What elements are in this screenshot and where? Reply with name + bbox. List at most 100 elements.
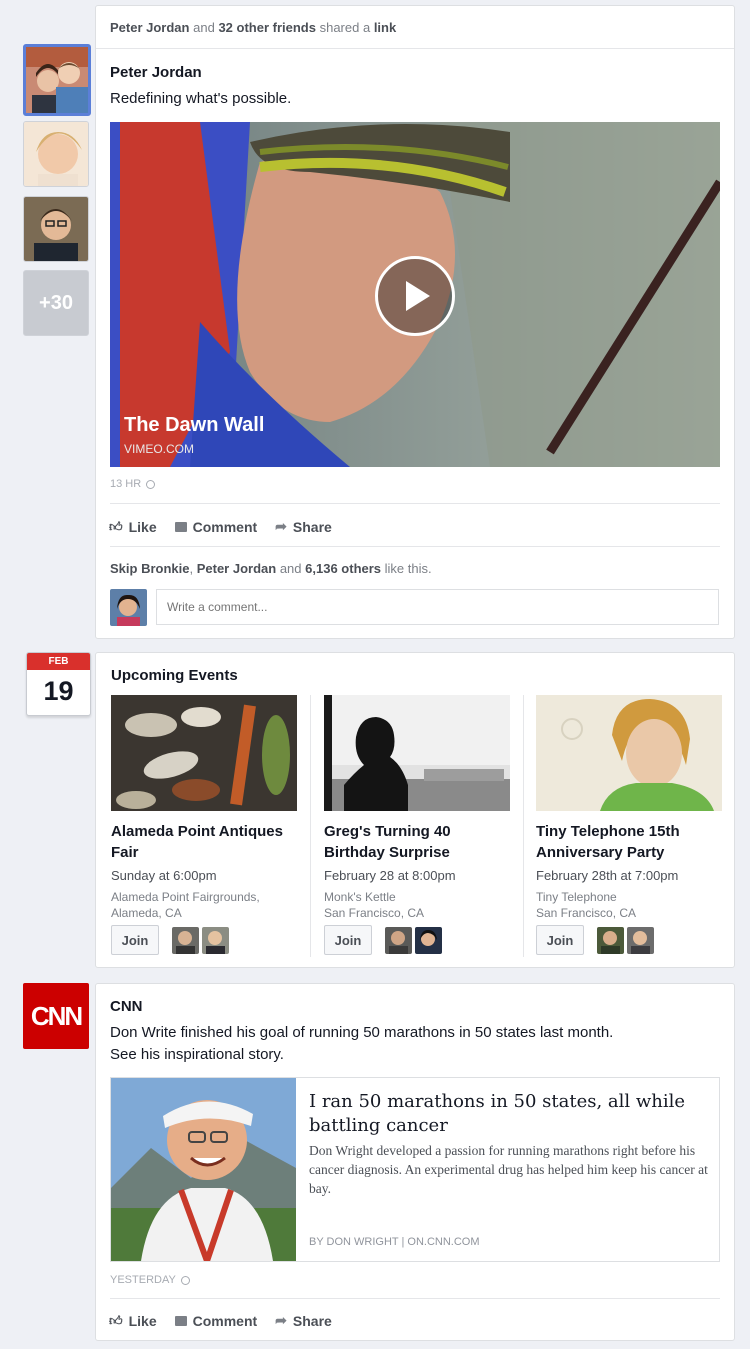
post-author[interactable]: Peter Jordan [110,64,202,81]
post-message-line: See his inspirational story. [110,1046,284,1063]
post-message-line: Don Write finished his goal of running 5… [110,1024,614,1041]
event-image[interactable] [111,695,297,811]
video-title: The Dawn Wall [124,414,265,436]
attendee-avatar [202,927,229,954]
event-venue: Tiny Telephone [536,890,617,904]
share-arrow-icon: ➦ [275,1312,287,1328]
comment-button[interactable]: Comment [174,518,258,535]
timestamp-text: 13 HR [110,478,142,490]
attendee-avatar [385,927,412,954]
birthday-photo [324,695,510,811]
woman-photo [24,122,88,186]
story-actor-link[interactable]: Peter Jordan [110,20,189,35]
video-player[interactable]: The Dawn Wall VIMEO.COM [110,122,720,467]
globe-icon [146,479,156,489]
events-column-divider [310,695,311,957]
likes-end-text: like this. [384,561,432,576]
event-title[interactable]: Greg's Turning 40 Birthday Surprise [324,821,512,863]
event-title[interactable]: Alameda Point Antiques Fair [111,821,299,863]
story-header: Peter Jordan and 32 other friends shared… [110,20,396,35]
cnn-logo-text: CNN [30,1000,83,1031]
friend-thumbnail-man[interactable] [23,196,89,262]
more-friends-badge[interactable]: +30 [23,270,89,336]
attendee-avatar [172,927,199,954]
friend-thumbnail-woman[interactable] [23,121,89,187]
like-label: Like [128,1312,157,1329]
calendar-icon: FEB 19 [26,652,91,716]
upcoming-events-card: Upcoming Events Alameda Point Antiques F… [95,652,735,968]
join-button[interactable]: Join [324,925,372,955]
post-author[interactable]: CNN [110,998,143,1015]
likes-separator: , [189,561,194,576]
article-title[interactable]: I ran 50 marathons in 50 states, all whi… [309,1090,709,1138]
event-city: Alameda, CA [111,906,182,920]
attendee-avatar [597,927,624,954]
events-column-divider [523,695,524,957]
video-post-card: Peter Jordan and 32 other friends shared… [95,5,735,639]
event-image[interactable] [324,695,510,811]
attendee-avatar [627,927,654,954]
thumbs-up-icon: 👍︎ [109,1312,123,1328]
event-city: San Francisco, CA [536,906,637,920]
play-button[interactable] [375,256,455,336]
comment-label: Comment [192,1312,258,1329]
likes-and-text: and [279,561,302,576]
event-time: February 28 at 8:00pm [324,868,456,883]
event-card: Tiny Telephone 15th Anniversary Party Fe… [536,695,724,921]
more-friends-count: +30 [39,291,73,314]
event-card: Alameda Point Antiques Fair Sunday at 6:… [111,695,299,921]
story-text-shared: shared a [319,20,371,35]
antiques-photo [111,695,297,811]
likes-others-link[interactable]: 6,136 others [305,561,381,576]
post-message: Don Write finished his goal of running 5… [110,1022,613,1066]
likes-summary: Skip Bronkie, Peter Jordan and 6,136 oth… [110,561,432,576]
comment-button[interactable]: Comment [174,1312,258,1329]
post-timestamp[interactable]: YESTERDAY [110,1274,190,1286]
event-title[interactable]: Tiny Telephone 15th Anniversary Party [536,821,724,863]
cnn-post-card: CNN Don Write finished his goal of runni… [95,983,735,1341]
comment-input[interactable] [156,589,719,625]
share-arrow-icon: ➦ [275,518,287,534]
globe-icon [180,1275,190,1285]
events-heading: Upcoming Events [111,667,238,684]
friend-thumbnail-couple[interactable] [23,44,91,116]
calendar-month: FEB [27,653,90,670]
timestamp-divider [110,503,720,504]
share-button[interactable]: ➦ Share [275,1312,332,1329]
video-source: VIMEO.COM [124,442,195,456]
timestamp-divider [110,1298,720,1299]
liker-link-1[interactable]: Skip Bronkie [110,561,189,576]
actions-divider [110,546,720,547]
event-location: Tiny Telephone San Francisco, CA [536,889,724,921]
commenter-avatar [110,589,147,626]
timestamp-text: YESTERDAY [110,1274,176,1286]
telephone-party-photo [536,695,722,811]
post-timestamp[interactable]: 13 HR [110,478,156,490]
attendee-photo [389,931,408,954]
article-description: Don Wright developed a passion for runni… [309,1143,708,1196]
attendee-photo [420,930,437,946]
article-byline: BY DON WRIGHT | ON.CNN.COM [309,1236,480,1248]
event-time: Sunday at 6:00pm [111,868,217,883]
story-friends-count-link[interactable]: 32 other friends [218,20,316,35]
share-button[interactable]: ➦ Share [275,518,332,535]
article-attachment[interactable]: I ran 50 marathons in 50 states, all whi… [110,1077,720,1262]
like-button[interactable]: 👍︎ Like [109,1312,157,1329]
story-text-and: and [193,20,215,35]
speech-bubble-icon [174,521,187,532]
liker-link-2[interactable]: Peter Jordan [197,561,276,576]
couple-photo [26,47,88,113]
speech-bubble-icon [174,1315,187,1326]
attendee-photo [176,931,195,954]
story-link-link[interactable]: link [374,20,396,35]
event-city: San Francisco, CA [324,906,425,920]
join-button[interactable]: Join [111,925,159,955]
event-location: Monk's Kettle San Francisco, CA [324,889,512,921]
cnn-logo[interactable]: CNN [23,983,89,1049]
comment-label: Comment [192,518,258,535]
attendee-photo [206,931,225,954]
like-button[interactable]: 👍︎ Like [109,518,157,535]
event-location: Alameda Point Fairgrounds, Alameda, CA [111,889,299,921]
event-image[interactable] [536,695,722,811]
join-button[interactable]: Join [536,925,584,955]
